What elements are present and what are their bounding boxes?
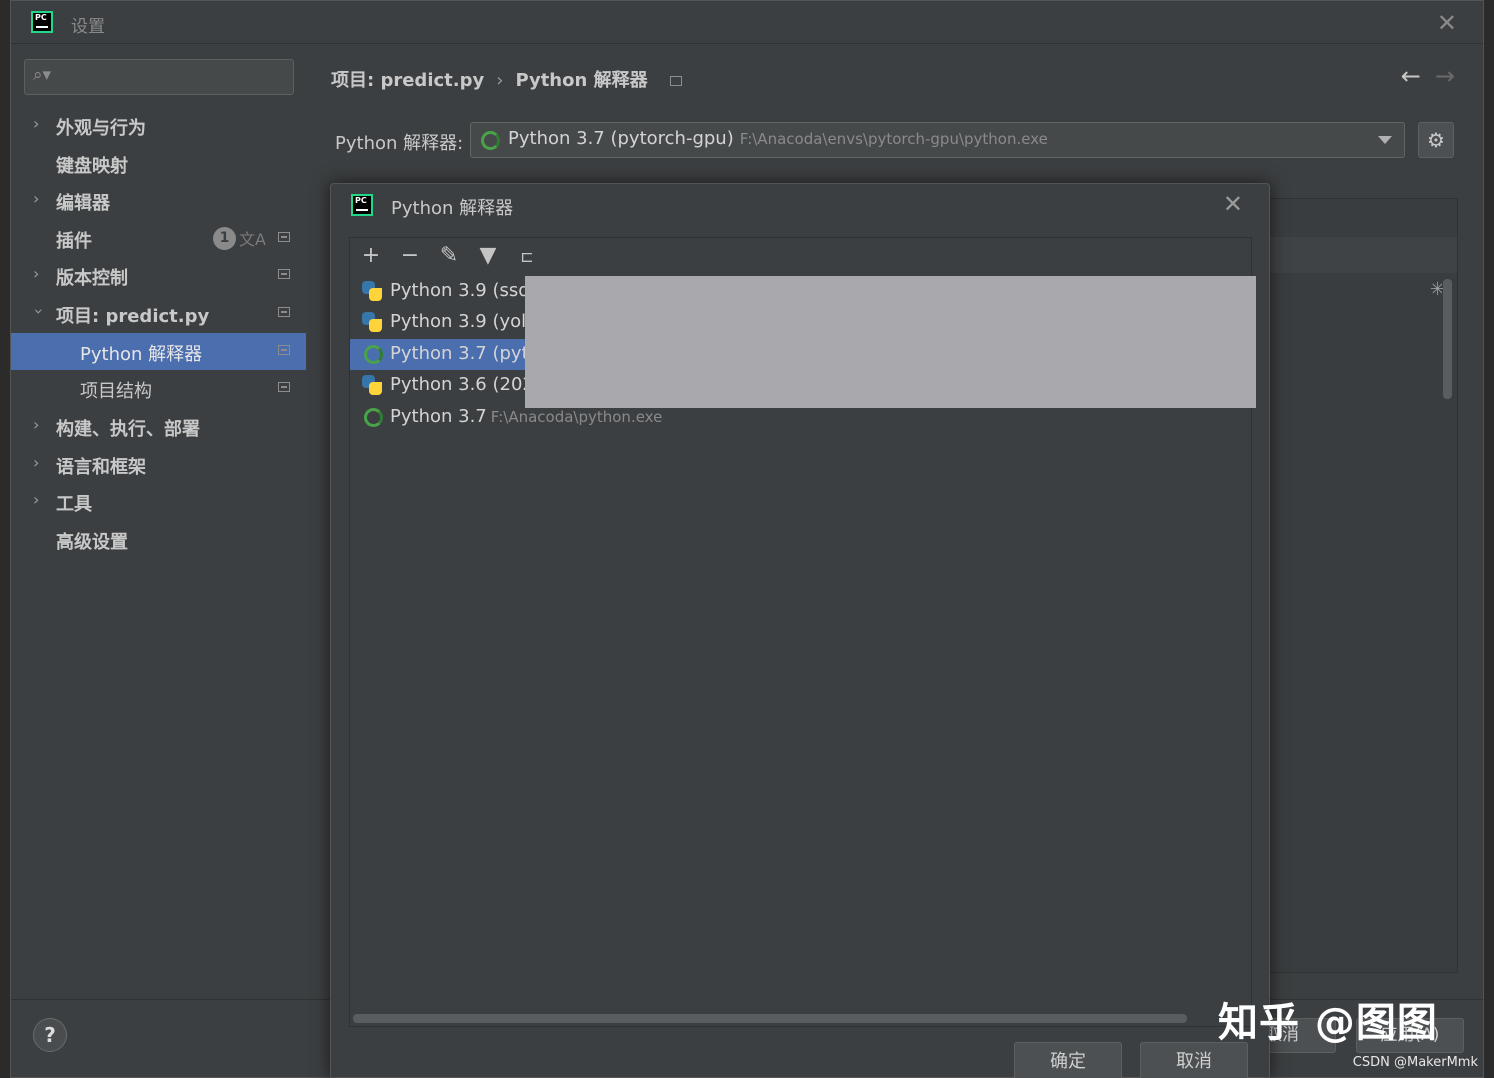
breadcrumb-project[interactable]: 项目: predict.py — [331, 70, 484, 91]
dropdown-caret-icon[interactable] — [1378, 136, 1392, 144]
project-scope-icon — [278, 382, 290, 392]
project-scope-icon — [278, 269, 290, 279]
sidebar-item-label: 插件 — [56, 231, 92, 252]
gear-icon[interactable]: ⚙ — [1418, 122, 1454, 158]
sidebar-item-version-control[interactable]: › 版本控制 — [11, 257, 306, 294]
csdn-watermark: CSDN @MakerMmk — [1352, 1055, 1478, 1070]
window-title: 设置 — [71, 17, 105, 37]
ok-button[interactable]: 确定 — [1014, 1042, 1122, 1078]
chevron-right-icon[interactable]: › — [33, 264, 39, 283]
horizontal-scrollbar[interactable] — [353, 1014, 1187, 1023]
filter-icon[interactable]: ▼ — [475, 243, 501, 268]
sidebar-item-keymap[interactable]: 键盘映射 — [11, 145, 306, 182]
interpreter-selected-name: Python 3.7 (pytorch-gpu) — [508, 128, 734, 149]
sidebar-item-editor[interactable]: › 编辑器 — [11, 182, 306, 219]
sidebar-item-label: 构建、执行、部署 — [56, 419, 200, 440]
chevron-right-icon[interactable]: › — [33, 415, 39, 434]
chevron-right-icon[interactable]: › — [33, 189, 39, 208]
update-count-badge: 1 — [213, 227, 236, 250]
sidebar-item-label: 工具 — [56, 494, 92, 515]
zhihu-watermark: 知乎 @图图 — [1218, 1000, 1438, 1046]
python-icon — [362, 281, 382, 301]
sidebar-item-python-interpreter[interactable]: Python 解释器 — [11, 333, 306, 370]
chevron-right-icon[interactable]: › — [33, 114, 39, 133]
forward-arrow-icon[interactable]: → — [1435, 62, 1455, 90]
interpreter-selected-path: F:\Anacoda\envs\pytorch-gpu\python.exe — [739, 130, 1048, 148]
sidebar-item-languages[interactable]: › 语言和框架 — [11, 446, 306, 483]
add-icon[interactable]: + — [358, 243, 384, 268]
sidebar-item-build[interactable]: › 构建、执行、部署 — [11, 408, 306, 445]
sidebar-item-label: 版本控制 — [56, 268, 128, 289]
settings-sidebar: ⌕▾ › 外观与行为 键盘映射 › 编辑器 插件 1 文A › 版本控制 › 项… — [11, 44, 306, 999]
interpreter-label: Python 解释器: — [335, 133, 464, 154]
title-bar: PC 设置 ✕ — [11, 1, 1483, 44]
sidebar-item-label: 语言和框架 — [56, 457, 146, 478]
breadcrumb-page: Python 解释器 — [515, 70, 648, 91]
python-icon — [362, 375, 382, 395]
sidebar-item-label: 高级设置 — [56, 532, 128, 553]
interpreter-name: Python 3.9 (ssd- — [390, 280, 537, 301]
sidebar-item-project[interactable]: › 项目: predict.py — [11, 295, 306, 332]
history-nav: ← → — [1401, 62, 1455, 90]
search-input[interactable]: ⌕▾ — [24, 59, 294, 95]
tree-paths-icon[interactable]: ⊏ — [514, 247, 540, 266]
python-icon — [362, 312, 382, 332]
project-scope-icon — [278, 232, 290, 242]
pycharm-logo-icon: PC — [351, 194, 373, 216]
close-icon[interactable]: ✕ — [1437, 9, 1457, 37]
sidebar-item-plugins[interactable]: 插件 1 文A — [11, 220, 306, 257]
edit-pencil-icon[interactable]: ✎ — [436, 243, 462, 268]
interpreter-name: Python 3.6 (202 — [390, 374, 534, 395]
translate-icon: 文A — [239, 230, 266, 249]
python-interpreters-dialog: PC Python 解释器 ✕ + − ✎ ▼ ⊏ Python 3.9 (ss… — [330, 183, 1270, 1078]
sidebar-item-appearance[interactable]: › 外观与行为 — [11, 107, 306, 144]
interpreter-selected-value: Python 3.7 (pytorch-gpu) F:\Anacoda\envs\… — [508, 128, 1048, 149]
interpreter-list-panel: + − ✎ ▼ ⊏ Python 3.9 (ssd- Python 3.9 (y… — [349, 237, 1256, 1027]
interpreter-name: Python 3.7 (pyto — [390, 343, 540, 364]
project-scope-icon — [278, 307, 290, 317]
interpreter-select[interactable]: Python 3.7 (pytorch-gpu) F:\Anacoda\envs\… — [470, 122, 1405, 158]
sidebar-item-label: Python 解释器 — [80, 344, 203, 365]
back-arrow-icon[interactable]: ← — [1401, 62, 1421, 90]
sidebar-item-label: 外观与行为 — [56, 118, 146, 139]
conda-env-icon — [364, 408, 383, 427]
interpreter-name: Python 3.9 (yolo — [390, 311, 538, 332]
vertical-scrollbar[interactable] — [1443, 279, 1452, 399]
project-scope-icon — [669, 76, 682, 86]
sidebar-item-label: 项目: predict.py — [56, 306, 210, 327]
breadcrumb: 项目: predict.py › Python 解释器 — [331, 66, 682, 92]
interpreter-entry: Python 3.7 F:\Anacoda\python.exe — [390, 406, 662, 427]
conda-env-icon — [364, 345, 383, 364]
chevron-down-icon[interactable]: › — [30, 308, 49, 314]
conda-env-icon — [481, 131, 500, 150]
remove-icon[interactable]: − — [397, 243, 423, 268]
sidebar-item-tools[interactable]: › 工具 — [11, 483, 306, 520]
interpreter-name: Python 3.7 — [390, 406, 487, 427]
chevron-right-icon[interactable]: › — [33, 490, 39, 509]
sidebar-item-project-structure[interactable]: 项目结构 — [11, 370, 306, 407]
chevron-right-icon[interactable]: › — [33, 453, 39, 472]
chevron-right-icon: › — [496, 70, 504, 91]
interpreter-list: Python 3.9 (ssd- Python 3.9 (yolo Python… — [350, 276, 1256, 996]
help-button[interactable]: ? — [33, 1018, 67, 1052]
close-icon[interactable]: ✕ — [1223, 190, 1243, 218]
sidebar-item-advanced[interactable]: 高级设置 — [11, 521, 306, 558]
pycharm-logo-icon: PC — [31, 11, 53, 33]
redaction-block — [525, 276, 1256, 408]
sidebar-item-label: 编辑器 — [56, 193, 110, 214]
dialog-title: Python 解释器 — [391, 198, 514, 219]
interpreter-path: F:\Anacoda\python.exe — [490, 408, 663, 426]
sidebar-item-label: 键盘映射 — [56, 156, 128, 177]
project-scope-icon — [278, 345, 290, 355]
interpreter-toolbar: + − ✎ ▼ ⊏ — [350, 238, 1251, 276]
search-icon: ⌕▾ — [33, 65, 52, 85]
sidebar-item-label: 项目结构 — [80, 381, 152, 402]
